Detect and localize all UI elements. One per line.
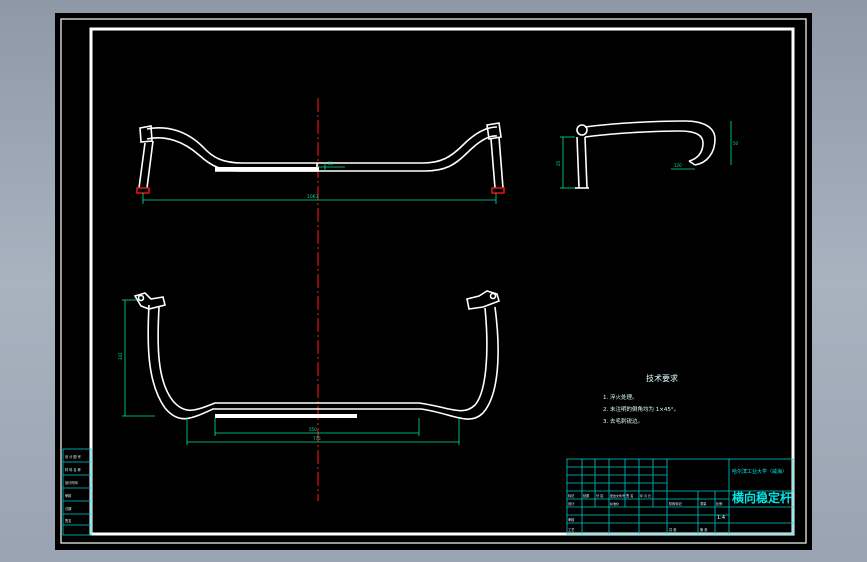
tb-label-bili: 比例 xyxy=(716,501,722,506)
dim-bottom-inner: 550 xyxy=(309,427,317,432)
tb-label-genggai: 更改文件号 xyxy=(610,493,625,498)
inner-frame xyxy=(89,27,795,536)
tb-label-sheji: 设计 xyxy=(568,501,575,506)
dim-side-bottom: 120 xyxy=(674,163,682,168)
dim-top-width: 1063 xyxy=(307,194,319,200)
tb-label-jieduan: 阶段标记 xyxy=(669,501,683,506)
tb-label-dizhang: 第 张 xyxy=(700,527,708,532)
dim-side-height: 25 xyxy=(556,160,561,166)
side-block-text-2: 材 料 名 称 xyxy=(65,467,82,472)
tech-req-item-2: 2. 未注明的倒角均为 1×45°。 xyxy=(603,405,679,413)
plan-view-dims xyxy=(122,299,460,445)
cad-viewport[interactable]: 1063 30 25 50 120 341 550 775 技术要求 1. 淬火… xyxy=(55,13,812,550)
tb-label-shenhe: 审核 xyxy=(568,517,575,522)
tb-label-gongzhang: 共 张 xyxy=(669,527,677,532)
dim-bottom-height: 341 xyxy=(118,352,123,360)
tech-req-item-1: 1. 淬火处理。 xyxy=(603,393,638,401)
school-name: 哈尔滨工业大学（威海） xyxy=(732,468,787,475)
dim-side-right: 50 xyxy=(733,141,739,146)
tb-label-biaoji: 标记 xyxy=(568,493,575,498)
front-view xyxy=(136,122,505,194)
tb-label-biaozhunhua: 标准化 xyxy=(610,501,619,506)
side-view xyxy=(575,120,716,189)
outer-frame xyxy=(60,18,807,544)
side-block-text-3: 设计时间 xyxy=(65,480,78,485)
tb-label-chushu: 处数 xyxy=(583,493,590,498)
side-block-text-6: 签名 xyxy=(65,518,71,523)
dim-top-gap: 30 xyxy=(328,161,334,166)
plan-view xyxy=(133,290,500,420)
dim-bottom-outer: 775 xyxy=(313,436,321,441)
tb-label-gongyi: 工艺 xyxy=(568,527,574,532)
tb-label-zhongliang: 重量 xyxy=(700,501,707,506)
side-block-text-4: 审核 xyxy=(65,493,72,498)
side-block-text-1: 设 计 图 号 xyxy=(65,454,81,459)
tech-req-title: 技术要求 xyxy=(646,373,678,383)
side-block-text-5: 日期 xyxy=(65,506,71,511)
tech-req-item-3: 3. 去毛刺锐边。 xyxy=(603,417,643,425)
tb-label-nianyueri: 年 月 日 xyxy=(640,493,651,498)
tb-label-fenqu: 分 区 xyxy=(596,493,604,498)
drawing-title: 横向稳定杆 xyxy=(732,490,792,505)
scale-value: 1:4 xyxy=(717,515,725,521)
tb-label-qianming: 签 名 xyxy=(626,493,633,498)
drawing-sheet: 1063 30 25 50 120 341 550 775 技术要求 1. 淬火… xyxy=(60,18,807,544)
